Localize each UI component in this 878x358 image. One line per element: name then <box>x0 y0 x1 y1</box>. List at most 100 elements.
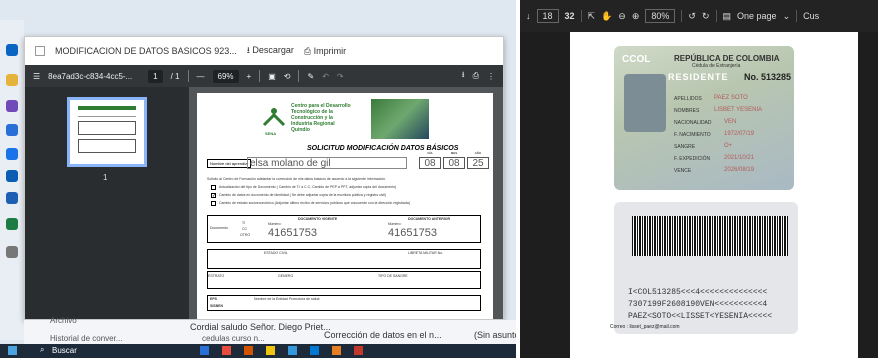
field-value: VEN <box>724 119 737 125</box>
id-card-front: CCOL REPÚBLICA DE COLOMBIA Cédula de Ext… <box>614 46 794 190</box>
chrome-app-icon[interactable] <box>6 74 18 86</box>
header-photo <box>371 99 429 139</box>
request-line: Solicito al Centro de Formación adelanta… <box>207 177 386 181</box>
download-label: Descargar <box>252 45 294 55</box>
redo-icon[interactable]: ↷ <box>337 72 344 81</box>
viewer-titlebar: MODIFICACION DE DATOS BASICOS 923... ⭳ D… <box>25 37 503 65</box>
zoom-in-button[interactable]: + <box>247 72 252 81</box>
annotate-icon[interactable]: ✎ <box>307 72 314 81</box>
excel-app-icon[interactable] <box>6 218 18 230</box>
taskbar-app-icon[interactable] <box>244 346 253 355</box>
taskbar-app-icon[interactable] <box>200 346 209 355</box>
todo-app-icon[interactable] <box>6 124 18 136</box>
card-country: REPÚBLICA DE COLOMBIA <box>674 54 780 63</box>
doc-vigente-number[interactable]: 41651753 <box>268 227 317 239</box>
zoom-in-icon[interactable]: ⊕ <box>632 11 640 22</box>
zoom-out-button[interactable]: — <box>197 72 205 81</box>
word-app-icon[interactable] <box>6 192 18 204</box>
undo-icon[interactable]: ↶ <box>322 72 329 81</box>
taskbar-search[interactable]: Buscar <box>52 346 77 355</box>
mail-background: Archivo Historial de conver... Cordial s… <box>24 316 516 344</box>
checkbox-1[interactable] <box>211 185 216 190</box>
doc-label: Documento <box>210 226 228 230</box>
onedrive-icon[interactable] <box>6 170 18 182</box>
estado-civil-label: ESTADO CIVIL <box>264 251 288 255</box>
field-value: 2021/10/21 <box>724 155 755 161</box>
divider <box>187 70 189 82</box>
select-icon[interactable]: ⇱ <box>588 11 596 22</box>
zoom-out-icon[interactable]: ⊖ <box>618 11 626 22</box>
field-value: LISBET YESENIA <box>714 107 763 113</box>
month-field[interactable]: 08 <box>443 157 465 169</box>
rotate-icon[interactable]: ⟲ <box>284 72 291 81</box>
more-icon[interactable]: ⋮ <box>487 72 495 81</box>
download-button[interactable]: ⭳ Descargar <box>247 43 294 59</box>
print-button[interactable]: ⎙ Imprimir <box>304 46 346 57</box>
arrow-down-icon[interactable]: ↓ <box>526 11 531 21</box>
taskbar-app-icon[interactable] <box>266 346 275 355</box>
print-icon[interactable]: ⎙ <box>473 71 479 81</box>
taskbar-app-icon[interactable] <box>332 346 341 355</box>
zoom-input[interactable]: 80% <box>645 9 676 23</box>
field-label: F. NACIMIENTO <box>674 132 711 138</box>
page-view-icon[interactable]: ▤ <box>723 11 732 22</box>
mail-app-icon[interactable] <box>6 44 18 56</box>
sisben-label: SISBEN <box>210 304 224 308</box>
mail-snippet[interactable]: Cordial saludo Señor. Diego Priet... <box>190 322 331 332</box>
doc-header: SENA Centro para el Desarrollo Tecnológi… <box>261 99 429 141</box>
taskbar-app-icon[interactable] <box>288 346 297 355</box>
view-mode-dropdown[interactable]: One page <box>737 11 777 21</box>
app-sidebar <box>0 20 24 340</box>
field-value: 1972/07/19 <box>724 131 755 137</box>
divider <box>580 10 582 22</box>
menu-icon[interactable]: ☰ <box>33 72 40 81</box>
mail-status: (Sin asunto <box>474 330 516 340</box>
card-number: No. 513285 <box>744 72 791 82</box>
genero-label: GENERO <box>278 274 294 278</box>
day-field[interactable]: 08 <box>419 157 441 169</box>
calendar-app-icon[interactable] <box>6 148 18 160</box>
libreta-militar-label: LIBRETA MILITAR No. <box>408 251 444 255</box>
taskbar-app-icon[interactable] <box>222 346 231 355</box>
fit-page-icon[interactable]: ▣ <box>268 72 276 81</box>
estrato-label: ESTRATO <box>208 274 225 278</box>
taskbar-app-icon[interactable] <box>310 346 319 355</box>
rotate-left-icon[interactable]: ↺ <box>688 11 696 22</box>
doc-anterior-number[interactable]: 41651753 <box>388 227 437 239</box>
nombre-field[interactable]: elsa molano de gil <box>247 157 407 169</box>
page-input[interactable]: 1 <box>148 69 163 83</box>
rotate-right-icon[interactable]: ↻ <box>702 11 710 22</box>
card-no-label: No. <box>744 72 759 82</box>
checkbox-2[interactable]: ✓ <box>211 193 216 199</box>
mrz-line: 7307199F2608190VEN<<<<<<<<<<4 <box>628 300 768 309</box>
custom-button[interactable]: Cus <box>803 11 819 21</box>
org-name: Centro para el Desarrollo Tecnológico de… <box>291 103 351 133</box>
cedula-attachment[interactable]: cedulas curso n... <box>202 334 265 343</box>
document-table: Documento DOCUMENTO VIGENTE DOCUMENTO AN… <box>207 215 481 243</box>
people-app-icon[interactable] <box>6 100 18 112</box>
page-thumbnail[interactable] <box>67 97 147 167</box>
page-total: 32 <box>564 11 575 21</box>
apps-grid-icon[interactable] <box>6 246 18 258</box>
archivo-link[interactable]: Archivo <box>50 316 77 325</box>
month-header: MES <box>450 151 458 155</box>
thumbnail-pane: 1 <box>25 87 189 319</box>
taskbar-app-icon[interactable] <box>354 346 363 355</box>
checkbox-3[interactable] <box>211 201 216 206</box>
hand-icon[interactable]: ✋ <box>601 11 612 22</box>
divider <box>715 10 717 22</box>
page-input[interactable]: 18 <box>536 9 559 23</box>
doc-type-otro: OTRO <box>240 233 251 237</box>
field-value: PAEZ SOTO <box>714 95 748 101</box>
year-field[interactable]: 25 <box>467 157 489 169</box>
sena-logo <box>262 108 286 127</box>
file-icon <box>35 46 45 56</box>
field-value: O+ <box>724 143 733 149</box>
start-icon[interactable] <box>8 346 17 355</box>
mail-subject[interactable]: Corrección de datos en el n... <box>324 330 442 340</box>
windows-taskbar: ⌕ Buscar <box>0 344 516 358</box>
historial-link[interactable]: Historial de conver... <box>50 334 122 343</box>
field-label: F. EXPEDICIÓN <box>674 156 711 162</box>
zoom-input[interactable]: 69% <box>212 69 239 83</box>
download-icon[interactable]: ⭳ <box>462 69 465 83</box>
